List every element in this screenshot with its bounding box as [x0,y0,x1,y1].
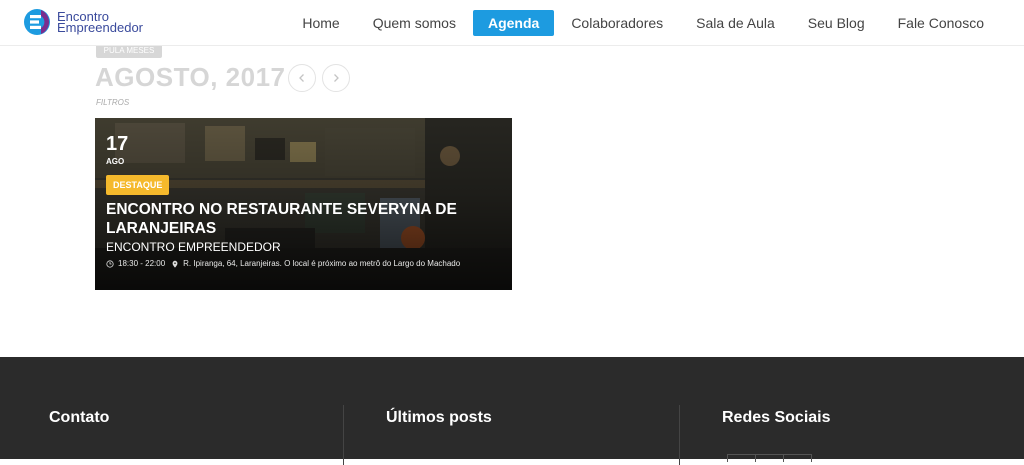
social-icon-button[interactable] [755,454,784,462]
footer-social-heading: Redes Sociais [722,409,831,426]
logo-line-2: Empreendedor [57,20,143,35]
nav-seu-blog[interactable]: Seu Blog [792,10,881,36]
nav-home[interactable]: Home [286,10,355,36]
nav-fale-conosco[interactable]: Fale Conosco [882,10,1000,36]
social-icon-button[interactable] [783,454,812,462]
featured-badge: DESTAQUE [106,175,170,195]
social-icon-button[interactable] [727,454,756,462]
logo-mark-icon [24,6,54,38]
site-header: Encontro Empreendedor Home Quem somos Ag… [0,0,1024,46]
filters-link[interactable]: FILTROS [96,98,129,107]
nav-quem-somos[interactable]: Quem somos [357,10,472,36]
footer-contato-heading: Contato [49,409,110,426]
nav-agenda[interactable]: Agenda [472,10,555,36]
event-card[interactable]: 17 AGO DESTAQUE ENCONTRO NO RESTAURANTE … [95,118,512,290]
event-day: 17 [106,133,129,155]
nav-sala-de-aula[interactable]: Sala de Aula [680,10,791,36]
clock-icon [106,259,114,268]
skip-months-button[interactable]: PULA MESES [96,44,162,58]
chevron-left-icon [299,74,304,82]
site-logo[interactable]: Encontro Empreendedor [24,6,143,38]
event-title[interactable]: ENCONTRO NO RESTAURANTE SEVERYNA DE LARA… [106,200,486,238]
event-month: AGO [106,157,125,166]
logo-text: Encontro Empreendedor [57,10,143,35]
map-pin-icon [172,260,178,268]
footer-divider [679,405,680,465]
site-footer: Contato Últimos posts Redes Sociais [0,357,1024,465]
prev-month-button[interactable] [288,64,316,92]
chevron-right-icon [334,74,339,82]
footer-posts-heading: Últimos posts [386,409,492,426]
next-month-button[interactable] [322,64,350,92]
event-location: R. Ipiranga, 64, Laranjeiras. O local é … [183,259,461,268]
event-organizer: ENCONTRO EMPREENDEDOR [106,240,281,254]
month-title: AGOSTO, 2017 [95,62,286,92]
nav-colaboradores[interactable]: Colaboradores [555,10,679,36]
event-time: 18:30 - 22:00 [118,259,166,268]
footer-divider [343,405,344,465]
main-nav: Home Quem somos Agenda Colaboradores Sal… [285,10,1000,36]
event-meta: 18:30 - 22:00 R. Ipiranga, 64, Laranjeir… [106,259,460,268]
